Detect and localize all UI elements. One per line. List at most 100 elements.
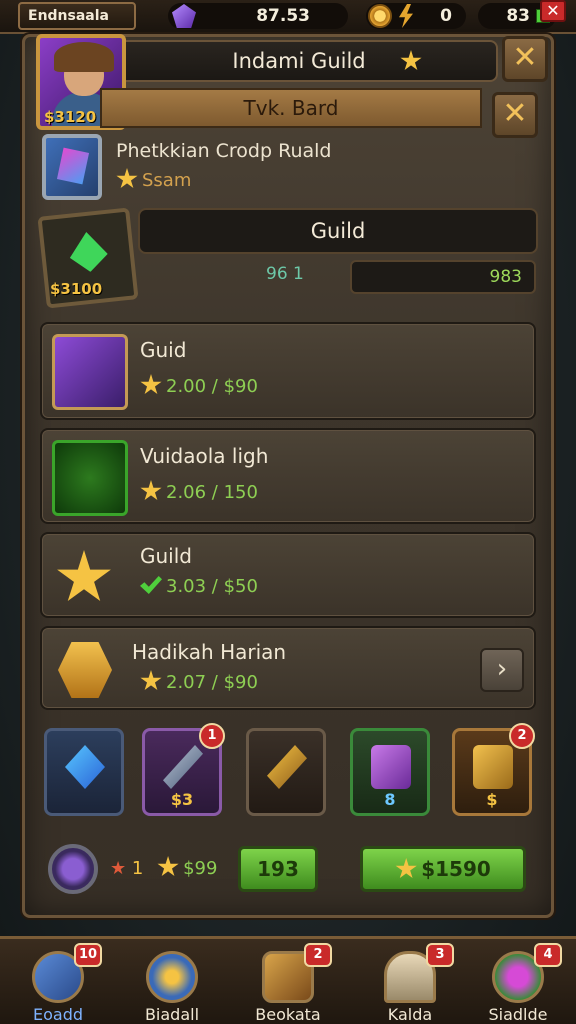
item-badge: 2	[509, 723, 535, 749]
page-title-bar: Indami Guild	[100, 40, 498, 82]
close-icon[interactable]: ✕	[540, 0, 566, 22]
gold-counter[interactable]: 0	[366, 3, 466, 29]
nav-label: Biadall	[144, 1005, 200, 1024]
stat-count: 1	[131, 858, 144, 879]
list-item-reward: 2.00 / $90	[140, 374, 258, 397]
nav-badge: 4	[534, 943, 562, 967]
guild-label-box[interactable]: Guild	[138, 208, 538, 254]
close-panel-button[interactable]: ✕	[502, 36, 548, 82]
list-item-reward: 2.07 / $90	[140, 670, 258, 693]
section-subtitle: Ssam	[116, 168, 191, 191]
ribbon-banner: Tvk. Bard	[100, 88, 482, 128]
nav-badge: 10	[74, 943, 102, 967]
hexagon-shape	[58, 642, 112, 698]
list-item-reward-text: 2.06 / 150	[166, 482, 258, 503]
gem-counter[interactable]: 87.53	[168, 3, 348, 29]
list-item-reward-text: 2.00 / $90	[166, 376, 258, 397]
guild-progress: 983	[350, 260, 536, 294]
nav-badge: 2	[304, 943, 332, 967]
gem-value: 87.53	[256, 6, 310, 26]
nav-item-biadall[interactable]: Biadall	[120, 943, 224, 1024]
list-item-reward: 3.03 / $50	[140, 576, 258, 597]
nav-badge: 3	[426, 943, 454, 967]
avatar-hair	[54, 42, 114, 72]
star-icon: ★	[110, 858, 127, 879]
purchase-button-label: $1590	[421, 857, 491, 881]
nav-item-eoadd[interactable]: 10 Eoadd	[6, 943, 110, 1024]
nav-item-kalda[interactable]: 3 Kalda	[358, 943, 462, 1024]
gem-icon	[172, 4, 196, 28]
nav-label: Beokata	[255, 1005, 321, 1024]
item-slot[interactable]	[44, 728, 124, 816]
guild-label: Guild	[310, 219, 366, 243]
star-icon	[116, 168, 138, 189]
star-icon	[157, 856, 179, 877]
list-item[interactable]: Guild 3.03 / $50	[40, 532, 536, 618]
list-item-name: Guid	[140, 338, 187, 362]
stat-text: ★ 1 $99	[110, 856, 217, 879]
nav-label: Kalda	[387, 1005, 433, 1024]
guild-members: 96 1	[266, 264, 304, 284]
star-icon	[395, 858, 417, 879]
list-item-name: Hadikah Harian	[132, 640, 287, 664]
nav-item-beokata[interactable]: 2 Beokata	[236, 943, 340, 1024]
bolt-icon	[399, 4, 413, 28]
item-count: 8	[384, 790, 396, 809]
blue-crystal-icon	[65, 745, 105, 789]
page-title: Indami Guild	[232, 49, 366, 73]
green-button-label: 193	[257, 857, 299, 881]
item-slot[interactable]	[246, 728, 326, 816]
items-row: $3 1 8 $ 2	[40, 723, 536, 824]
hero-portrait-icon	[52, 334, 128, 410]
orb-icon[interactable]	[48, 844, 98, 894]
green-button[interactable]: 193	[238, 846, 318, 892]
guild-score: $3100	[50, 280, 103, 298]
check-icon	[140, 576, 162, 594]
star-icon	[140, 670, 162, 691]
gold-chest-icon	[473, 745, 513, 789]
item-slot[interactable]: 8	[350, 728, 430, 816]
nav-label: Siadlde	[488, 1005, 548, 1024]
golden-cannon-icon	[267, 745, 307, 789]
guild-summary: $3100 Guild 96 1 983	[37, 207, 538, 309]
ribbon-label: Tvk. Bard	[243, 96, 339, 120]
section-header: Phetkkian Crodp Ruald Ssam	[40, 130, 535, 200]
list-item[interactable]: Hadikah Harian 2.07 / $90 ›	[40, 626, 536, 710]
energy-value: 83	[506, 6, 530, 26]
list-item-reward: 2.06 / 150	[140, 480, 258, 503]
item-count: $	[486, 790, 498, 809]
item-slot[interactable]: $3 1	[142, 723, 225, 816]
gold-value: 0	[440, 6, 452, 26]
list-item[interactable]: Guid 2.00 / $90	[40, 322, 536, 420]
avatar-score: $3120	[44, 108, 97, 126]
crossbow-icon	[163, 745, 203, 789]
spiral-icon	[146, 951, 198, 1003]
section-title: Phetkkian Crodp Ruald	[116, 140, 332, 162]
gold-hexagon-icon	[52, 638, 128, 714]
nav-item-siadlde[interactable]: 4 Siadlde	[466, 943, 570, 1024]
list-item-name: Vuidaola ligh	[140, 444, 269, 468]
purchase-button[interactable]: $1590	[360, 846, 526, 892]
nav-label: Eoadd	[32, 1005, 83, 1024]
star-icon	[140, 374, 162, 395]
list-item-name: Guild	[140, 544, 192, 568]
gold-star-emblem-icon	[52, 544, 128, 620]
star-icon	[140, 480, 162, 501]
star-icon	[400, 50, 422, 71]
list-item-reward-text: 2.07 / $90	[166, 672, 258, 693]
coin-icon	[368, 4, 392, 28]
item-slot[interactable]: $ 2	[452, 723, 535, 816]
bottom-nav: 10 Eoadd Biadall 2 Beokata 3 Kalda 4 Sia…	[0, 936, 576, 1024]
stat-star-value: $99	[183, 858, 218, 879]
item-badge: 1	[199, 723, 225, 749]
list-item[interactable]: Vuidaola ligh 2.06 / 150	[40, 428, 536, 524]
player-name[interactable]: Endnsaala	[18, 2, 136, 30]
shield-icon	[42, 134, 102, 200]
chevron-right-icon[interactable]: ›	[480, 648, 524, 692]
section-subtitle-text: Ssam	[142, 170, 192, 191]
green-blade-icon	[52, 440, 128, 516]
item-count: $3	[170, 790, 194, 809]
list-item-reward-text: 3.03 / $50	[166, 576, 258, 597]
resource-bar: Endnsaala 87.53 0 83 ✕	[0, 0, 576, 34]
stats-row: ★ 1 $99 193 $1590	[40, 840, 536, 900]
